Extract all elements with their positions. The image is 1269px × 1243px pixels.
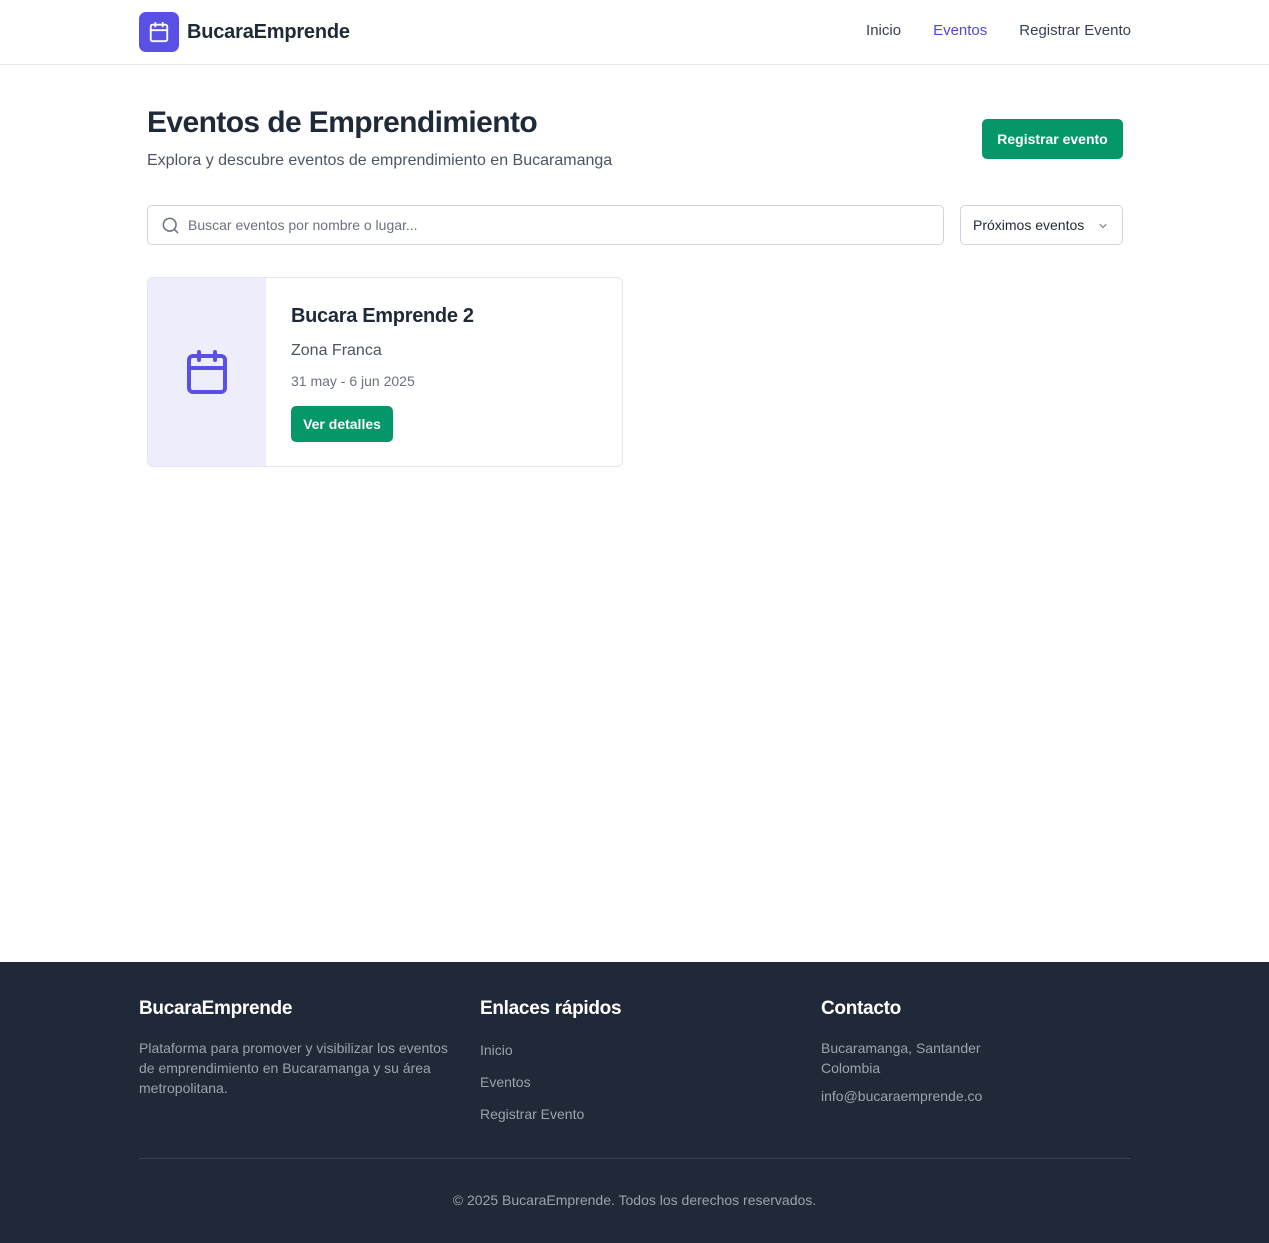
site-footer: BucaraEmprende Plataforma para promover … [0, 962, 1269, 1243]
view-details-button[interactable]: Ver detalles [291, 406, 393, 442]
brand-name: BucaraEmprende [187, 20, 350, 43]
nav-item-eventos[interactable]: Eventos [933, 22, 987, 39]
event-title: Bucara Emprende 2 [291, 305, 474, 327]
footer-address-line2: Colombia [821, 1060, 881, 1076]
page-subtitle: Explora y descubre eventos de emprendimi… [147, 152, 613, 169]
search-icon [162, 217, 179, 234]
brand-link[interactable]: BucaraEmprende [139, 12, 350, 52]
event-card: Bucara Emprende 2 Zona Franca 31 may - 6… [147, 277, 623, 467]
page-title: Eventos de Emprendimiento [147, 106, 538, 139]
nav-item-registrar-evento[interactable]: Registrar Evento [1019, 22, 1131, 39]
calendar-icon [187, 350, 227, 394]
footer-link-registrar-evento[interactable]: Registrar Evento [480, 1106, 584, 1122]
footer-divider [139, 1158, 1131, 1159]
event-filter-select[interactable]: Próximos eventos [960, 205, 1123, 245]
event-location: Zona Franca [291, 342, 382, 359]
calendar-icon [139, 12, 179, 52]
footer-address-line1: Bucaramanga, Santander [821, 1040, 981, 1056]
nav-item-inicio[interactable]: Inicio [866, 22, 901, 39]
search-box [147, 205, 944, 245]
footer-copyright: © 2025 BucaraEmprende. Todos los derecho… [452, 1192, 817, 1208]
site-header: BucaraEmprende Inicio Eventos Registrar … [0, 0, 1269, 65]
footer-link-inicio[interactable]: Inicio [480, 1042, 513, 1058]
footer-brand-title: BucaraEmprende [139, 998, 293, 1019]
chevron-down-icon [1099, 224, 1107, 228]
footer-email: info@bucaraemprende.co [821, 1088, 983, 1104]
footer-contact-title: Contacto [821, 998, 901, 1019]
register-event-button[interactable]: Registrar evento [982, 119, 1123, 159]
main-nav: Inicio Eventos Registrar Evento [866, 22, 1131, 39]
footer-description: Plataforma para promover y visibilizar l… [139, 1040, 448, 1096]
event-date: 31 may - 6 jun 2025 [291, 373, 415, 389]
search-input[interactable] [188, 206, 928, 244]
filter-selected-value: Próximos eventos [973, 217, 1085, 233]
footer-links-title: Enlaces rápidos [480, 998, 622, 1019]
footer-link-eventos[interactable]: Eventos [480, 1074, 531, 1090]
event-card-media [148, 278, 266, 466]
